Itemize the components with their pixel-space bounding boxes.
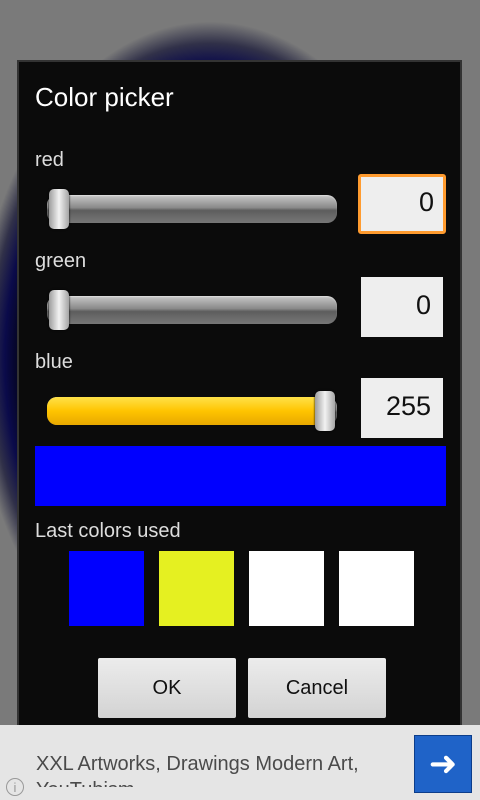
red-slider-thumb[interactable] [49, 189, 69, 229]
arrow-right-icon[interactable]: ➜ [414, 735, 472, 793]
cancel-button[interactable]: Cancel [248, 658, 386, 718]
last-color-swatch-4[interactable] [339, 551, 414, 626]
blue-value-field[interactable]: 255 [361, 378, 443, 438]
green-slider[interactable] [47, 290, 337, 330]
last-color-swatch-1[interactable] [69, 551, 144, 626]
blue-label: blue [35, 351, 73, 373]
red-value-field[interactable]: 0 [358, 174, 446, 234]
red-label: red [35, 149, 64, 171]
green-value-field[interactable]: 0 [361, 277, 443, 337]
last-color-swatch-2[interactable] [159, 551, 234, 626]
last-color-swatch-3[interactable] [249, 551, 324, 626]
last-colors-label: Last colors used [35, 520, 181, 542]
color-preview [35, 446, 446, 506]
blue-slider-fill [47, 397, 329, 425]
info-icon[interactable]: i [6, 778, 24, 796]
red-slider[interactable] [47, 189, 337, 229]
blue-slider[interactable] [47, 391, 337, 431]
blue-slider-thumb[interactable] [315, 391, 335, 431]
ok-button[interactable]: OK [98, 658, 236, 718]
ad-text[interactable]: XXL Artworks, Drawings Modern Art, YouTu… [36, 751, 386, 787]
dialog-title: Color picker [35, 82, 174, 112]
color-picker-dialog: Color picker red 0 green 0 blue 255 Last… [17, 60, 462, 728]
green-label: green [35, 250, 87, 272]
green-slider-thumb[interactable] [49, 290, 69, 330]
ad-banner[interactable]: XXL Artworks, Drawings Modern Art, YouTu… [0, 725, 480, 800]
